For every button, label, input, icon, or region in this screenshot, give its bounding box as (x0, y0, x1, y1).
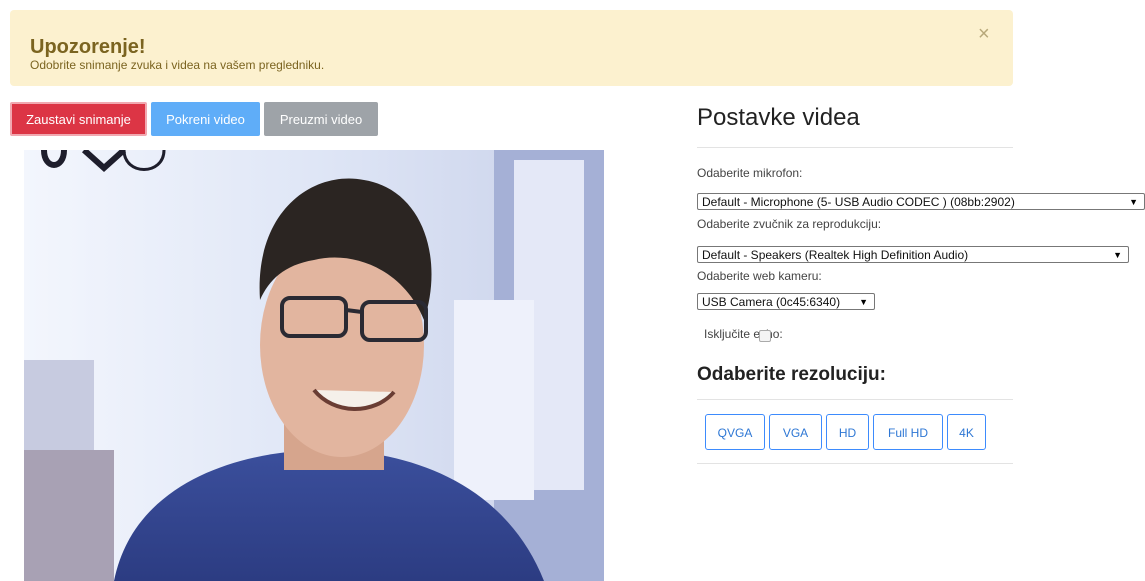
divider (697, 399, 1013, 400)
speaker-label: Odaberite zvučnik za reprodukciju: (697, 217, 882, 231)
microphone-label: Odaberite mikrofon: (697, 166, 803, 180)
camera-label: Odaberite web kameru: (697, 269, 822, 283)
divider (697, 463, 1013, 464)
chevron-down-icon: ▼ (1129, 197, 1138, 207)
speaker-select[interactable]: Default - Speakers (Realtek High Definit… (697, 246, 1129, 263)
resolution-4k-button[interactable]: 4K (947, 414, 986, 450)
microphone-select-value: Default - Microphone (5- USB Audio CODEC… (702, 195, 1015, 209)
warning-alert: Upozorenje! Odobrite snimanje zvuka i vi… (10, 10, 1013, 86)
alert-message: Odobrite snimanje zvuka i videa na vašem… (30, 58, 325, 72)
resolution-hd-button[interactable]: HD (826, 414, 869, 450)
alert-title: Upozorenje! (30, 36, 146, 58)
chevron-down-icon: ▼ (1113, 250, 1122, 260)
divider (697, 147, 1013, 148)
speaker-select-value: Default - Speakers (Realtek High Definit… (702, 248, 969, 262)
start-video-button[interactable]: Pokreni video (151, 102, 260, 136)
stop-recording-button[interactable]: Zaustavi snimanje (10, 102, 147, 136)
settings-title: Postavke videa (697, 104, 860, 131)
webcam-video-preview (24, 150, 604, 581)
close-icon[interactable]: × (978, 24, 990, 44)
download-video-button[interactable]: Preuzmi video (264, 102, 378, 136)
webcam-frame-image (24, 150, 604, 581)
camera-select[interactable]: USB Camera (0c45:6340) ▼ (697, 293, 875, 310)
microphone-select[interactable]: Default - Microphone (5- USB Audio CODEC… (697, 193, 1145, 210)
camera-select-value: USB Camera (0c45:6340) (702, 295, 841, 309)
resolution-qvga-button[interactable]: QVGA (705, 414, 765, 450)
resolution-fullhd-button[interactable]: Full HD (873, 414, 943, 450)
echo-checkbox[interactable] (759, 330, 771, 342)
resolution-vga-button[interactable]: VGA (769, 414, 822, 450)
resolution-title: Odaberite rezoluciju: (697, 364, 886, 385)
chevron-down-icon: ▼ (859, 297, 868, 307)
